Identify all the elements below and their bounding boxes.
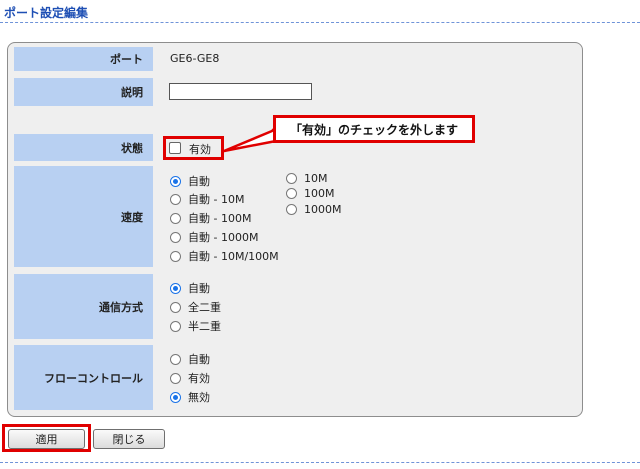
speed-option-label: 10M (304, 171, 328, 185)
radio-selected-icon[interactable] (170, 282, 181, 294)
duplex-option-label: 半二重 (188, 320, 221, 333)
description-label: 説明 (14, 78, 153, 106)
flow-control-option-enabled[interactable]: 有効 (170, 371, 210, 385)
speed-option-auto-100m[interactable]: 自動 - 100M (170, 211, 251, 225)
speed-option-label: 自動 - 10M/100M (188, 250, 279, 263)
duplex-option-half[interactable]: 半二重 (170, 319, 221, 333)
status-enable-checkbox[interactable] (169, 142, 181, 154)
description-input[interactable] (169, 83, 312, 100)
speed-option-auto-1000m[interactable]: 自動 - 1000M (170, 230, 258, 244)
speed-label-text: 速度 (121, 210, 143, 224)
port-label: ポート (14, 47, 153, 71)
speed-option-label: 自動 (188, 175, 210, 188)
radio-icon[interactable] (170, 372, 181, 384)
radio-icon[interactable] (286, 187, 297, 199)
flow-control-option-disabled[interactable]: 無効 (170, 390, 210, 404)
speed-option-auto-10m[interactable]: 自動 - 10M (170, 192, 244, 206)
speed-option-label: 自動 - 100M (188, 212, 252, 225)
speed-option-label: 1000M (304, 202, 342, 216)
page-title: ポート設定編集 (4, 6, 89, 20)
apply-button[interactable]: 適用 (8, 429, 85, 449)
radio-icon[interactable] (170, 250, 181, 262)
radio-icon[interactable] (170, 301, 181, 313)
speed-option-label: 100M (304, 186, 335, 200)
radio-icon[interactable] (286, 172, 297, 184)
radio-icon[interactable] (170, 231, 181, 243)
description-label-text: 説明 (121, 86, 143, 99)
duplex-option-full[interactable]: 全二重 (170, 300, 221, 314)
radio-icon[interactable] (170, 212, 181, 224)
flow-control-option-label: 無効 (188, 391, 210, 404)
flow-control-option-label: 自動 (188, 353, 210, 366)
speed-option-auto-10m-100m[interactable]: 自動 - 10M/100M (170, 249, 279, 263)
duplex-label: 通信方式 (14, 274, 153, 339)
speed-option-100m[interactable]: 100M (286, 186, 335, 200)
callout-note: 「有効」のチェックを外します (273, 115, 475, 143)
port-label-text: ポート (110, 53, 143, 66)
status-label-text: 状態 (121, 141, 143, 155)
callout-arrow (222, 125, 278, 153)
radio-icon[interactable] (170, 193, 181, 205)
flow-control-label-text: フローコントロール (44, 371, 143, 385)
flow-control-label: フローコントロール (14, 345, 153, 410)
status-label: 状態 (14, 134, 153, 161)
flow-control-option-label: 有効 (188, 372, 210, 385)
close-button[interactable]: 閉じる (93, 429, 165, 449)
speed-option-auto[interactable]: 自動 (170, 174, 210, 188)
radio-selected-icon[interactable] (170, 391, 181, 403)
duplex-option-label: 全二重 (188, 301, 221, 314)
title-divider (0, 22, 640, 23)
radio-selected-icon[interactable] (170, 175, 181, 187)
speed-option-label: 自動 - 10M (188, 193, 245, 206)
speed-option-1000m[interactable]: 1000M (286, 202, 342, 216)
speed-option-label: 自動 - 1000M (188, 231, 259, 244)
speed-option-10m[interactable]: 10M (286, 171, 328, 185)
duplex-option-label: 自動 (188, 282, 210, 295)
flow-control-option-auto[interactable]: 自動 (170, 352, 210, 366)
port-value: GE6-GE8 (170, 52, 220, 65)
duplex-label-text: 通信方式 (99, 300, 143, 314)
bottom-divider (0, 462, 640, 463)
duplex-option-auto[interactable]: 自動 (170, 281, 210, 295)
radio-icon[interactable] (170, 320, 181, 332)
radio-icon[interactable] (286, 203, 297, 215)
radio-icon[interactable] (170, 353, 181, 365)
status-enable-label: 有効 (189, 143, 211, 156)
speed-label: 速度 (14, 166, 153, 267)
